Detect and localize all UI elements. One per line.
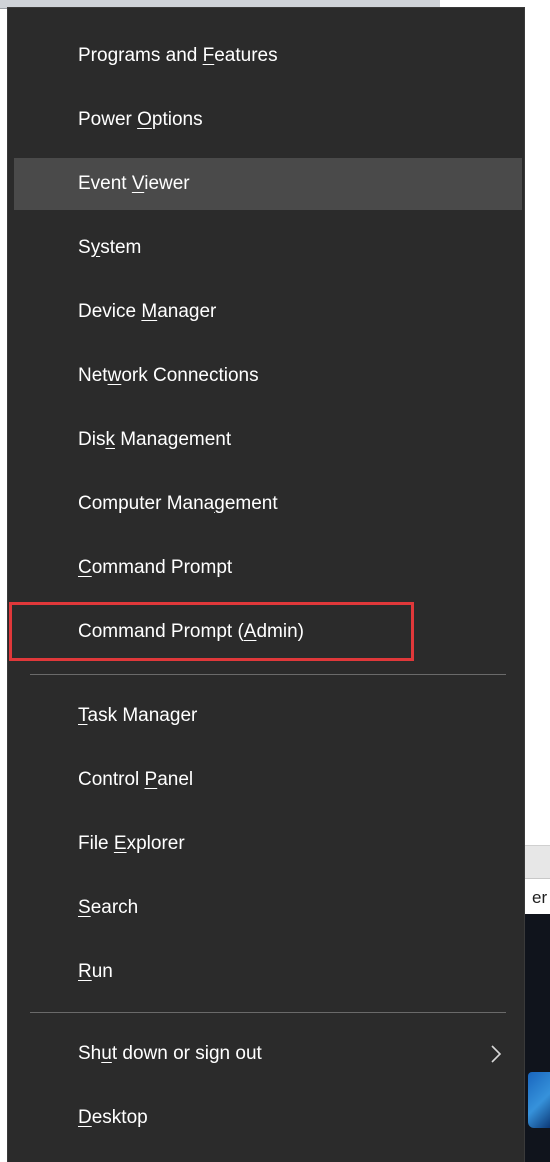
menu-item-network-connections[interactable]: Network Connections [14,350,522,402]
menu-item-accelerator: A [243,621,257,642]
menu-separator [30,1012,506,1013]
menu-item-label: Command Prompt ( [78,621,244,642]
menu-item-label: ement [224,493,278,514]
menu-item-accelerator: M [141,301,158,322]
menu-item-label: Computer Mana [78,493,215,514]
menu-item-event-viewer[interactable]: Event Viewer [14,158,522,210]
menu-item-label: dmin) [256,621,304,642]
menu-item-label: un [91,961,113,982]
chevron-right-icon [490,1044,502,1064]
background-toolbar [524,845,550,879]
menu-item-accelerator: g [214,493,225,514]
menu-item-accelerator: k [105,429,115,450]
menu-item-label: esktop [91,1107,148,1128]
menu-item-disk-management[interactable]: Disk Management [14,414,522,466]
menu-item-label: eatures [214,45,278,66]
menu-item-label: Device [78,301,142,322]
menu-item-label: anel [157,769,194,790]
menu-item-command-prompt-admin[interactable]: Command Prompt (Admin) [14,606,522,658]
power-user-menu: Programs and Features Power Options Even… [8,8,524,1162]
menu-item-label: Sh [78,1043,102,1064]
menu-item-label: t down or sign out [111,1043,262,1064]
menu-item-system[interactable]: System [14,222,522,274]
menu-item-device-manager[interactable]: Device Manager [14,286,522,338]
menu-item-label: stem [100,237,142,258]
menu-item-task-manager[interactable]: Task Manager [14,690,522,742]
menu-item-label: ask Manager [87,705,198,726]
menu-item-accelerator: y [90,237,101,258]
menu-item-label: ptions [151,109,203,130]
menu-item-label: anager [157,301,217,322]
menu-item-control-panel[interactable]: Control Panel [14,754,522,806]
menu-item-search[interactable]: Search [14,882,522,934]
menu-item-accelerator: V [131,173,145,194]
menu-item-power-options[interactable]: Power Options [14,94,522,146]
menu-item-accelerator: T [78,705,88,726]
menu-item-accelerator: S [78,897,91,918]
menu-item-run[interactable]: Run [14,946,522,998]
menu-item-label: File [78,833,114,854]
menu-item-label: earch [90,897,139,918]
menu-item-label: xplorer [126,833,185,854]
menu-item-desktop[interactable]: Desktop [14,1092,522,1144]
background-app-icon [528,1072,550,1128]
menu-item-accelerator: w [107,365,122,386]
menu-separator [30,674,506,675]
menu-item-label: S [78,237,91,258]
menu-item-command-prompt[interactable]: Command Prompt [14,542,522,594]
background-text: er [532,888,548,907]
menu-item-label: Net [78,365,108,386]
menu-item-accelerator: O [137,109,152,130]
menu-item-label: ork Connections [121,365,259,386]
menu-item-programs-and-features[interactable]: Programs and Features [14,30,522,82]
menu-item-computer-management[interactable]: Computer Management [14,478,522,530]
menu-item-label: Programs and [78,45,203,66]
menu-item-label: Event [78,173,132,194]
menu-item-accelerator: D [78,1107,92,1128]
menu-item-accelerator: P [144,769,158,790]
menu-item-accelerator: u [101,1043,112,1064]
menu-item-accelerator: C [78,557,92,578]
menu-item-accelerator: R [78,961,92,982]
menu-item-file-explorer[interactable]: File Explorer [14,818,522,870]
menu-item-label: iewer [144,173,190,194]
menu-item-label: Control [78,769,145,790]
menu-item-accelerator: E [113,833,127,854]
menu-item-shut-down-or-sign-out[interactable]: Shut down or sign out [14,1028,522,1080]
menu-item-label: Power [78,109,138,130]
menu-item-accelerator: F [202,45,215,66]
screen: er Programs and Features Power Options E… [0,0,550,1162]
menu-item-label: Dis [78,429,106,450]
menu-item-label: Management [114,429,232,450]
menu-item-label: ommand Prompt [91,557,233,578]
